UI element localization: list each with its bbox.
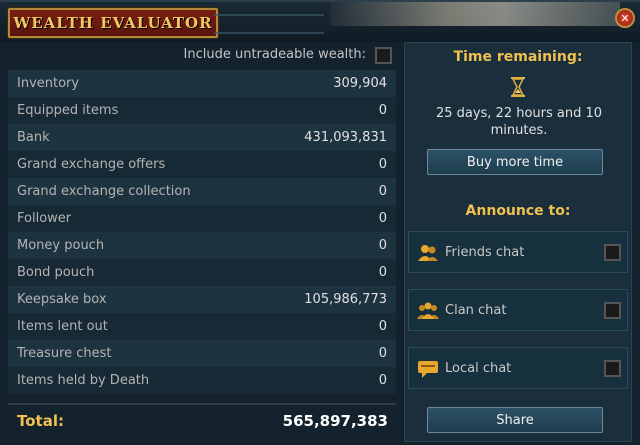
row-follower: Follower 0: [8, 205, 396, 232]
row-value: 0: [378, 373, 387, 388]
time-remaining-text: 25 days, 22 hours and 10 minutes.: [435, 106, 603, 138]
row-label: Items held by Death: [17, 373, 150, 388]
row-value: 105,986,773: [304, 292, 387, 307]
local-chat-label: Local chat: [445, 361, 512, 376]
row-keepsake-box: Keepsake box 105,986,773: [8, 286, 396, 313]
row-value: 0: [378, 211, 387, 226]
local-chat-checkbox[interactable]: [604, 360, 621, 377]
announce-friends-chat[interactable]: Friends chat: [408, 231, 628, 273]
announce-clan-chat[interactable]: Clan chat: [408, 289, 628, 331]
side-panel: Time remaining: 25 days, 22 hours and 10…: [404, 42, 632, 442]
announce-local-chat[interactable]: Local chat: [408, 347, 628, 389]
total-value: 565,897,383: [282, 412, 388, 430]
row-label: Bond pouch: [17, 265, 95, 280]
row-money-pouch: Money pouch 0: [8, 232, 396, 259]
announce-title: Announce to:: [465, 203, 571, 219]
row-value: 0: [378, 184, 387, 199]
row-value: 0: [378, 103, 387, 118]
window-title: WEALTH EVALUATOR: [13, 14, 213, 32]
wealth-evaluator-window: WEALTH EVALUATOR ✕ Include untradeable w…: [0, 0, 640, 445]
time-remaining-title: Time remaining:: [453, 49, 583, 65]
buy-more-time-button[interactable]: Buy more time: [427, 149, 603, 175]
row-label: Inventory: [17, 76, 80, 91]
row-label: Grand exchange collection: [17, 184, 191, 199]
clan-chat-icon: [417, 302, 439, 319]
row-inventory: Inventory 309,904: [8, 70, 396, 97]
row-bond-pouch: Bond pouch 0: [8, 259, 396, 286]
clan-chat-label: Clan chat: [445, 303, 507, 318]
row-ge-offers: Grand exchange offers 0: [8, 151, 396, 178]
title-bar: WEALTH EVALUATOR ✕: [0, 2, 640, 42]
row-treasure-chest: Treasure chest 0: [8, 340, 396, 367]
hourglass-icon: [511, 77, 525, 97]
row-value: 0: [378, 265, 387, 280]
row-value: 0: [378, 157, 387, 172]
row-label: Keepsake box: [17, 292, 107, 307]
clan-chat-checkbox[interactable]: [604, 302, 621, 319]
wealth-rows: Inventory 309,904 Equipped items 0 Bank …: [8, 70, 396, 394]
row-label: Money pouch: [17, 238, 105, 253]
row-label: Treasure chest: [17, 346, 112, 361]
row-items-lent-out: Items lent out 0: [8, 313, 396, 340]
row-items-held-by-death: Items held by Death 0: [8, 367, 396, 394]
title-ornament: [214, 14, 324, 34]
friends-chat-label: Friends chat: [445, 245, 525, 260]
row-label: Bank: [17, 130, 50, 145]
friends-chat-checkbox[interactable]: [604, 244, 621, 261]
row-value: 0: [378, 238, 387, 253]
row-equipped-items: Equipped items 0: [8, 97, 396, 124]
total-label: Total:: [17, 412, 64, 430]
row-value: 0: [378, 319, 387, 334]
total-row: Total: 565,897,383: [8, 406, 396, 436]
close-button[interactable]: ✕: [615, 8, 635, 28]
row-label: Follower: [17, 211, 72, 226]
background-scene: [330, 2, 620, 26]
row-label: Grand exchange offers: [17, 157, 166, 172]
row-value: 431,093,831: [304, 130, 387, 145]
share-button[interactable]: Share: [427, 407, 603, 433]
row-label: Items lent out: [17, 319, 108, 334]
row-value: 309,904: [333, 76, 387, 91]
close-icon: ✕: [620, 11, 630, 25]
untradeable-checkbox[interactable]: [375, 47, 392, 64]
row-ge-collection: Grand exchange collection 0: [8, 178, 396, 205]
row-value: 0: [378, 346, 387, 361]
friends-chat-icon: [418, 245, 438, 261]
total-divider: [8, 403, 396, 405]
row-bank: Bank 431,093,831: [8, 124, 396, 151]
wealth-breakdown-panel: Include untradeable wealth: Inventory 30…: [8, 42, 396, 442]
untradeable-toggle-row: Include untradeable wealth:: [8, 44, 396, 66]
local-chat-icon: [418, 361, 438, 378]
untradeable-label: Include untradeable wealth:: [183, 47, 366, 62]
title-tab: WEALTH EVALUATOR: [8, 8, 218, 38]
row-label: Equipped items: [17, 103, 119, 118]
